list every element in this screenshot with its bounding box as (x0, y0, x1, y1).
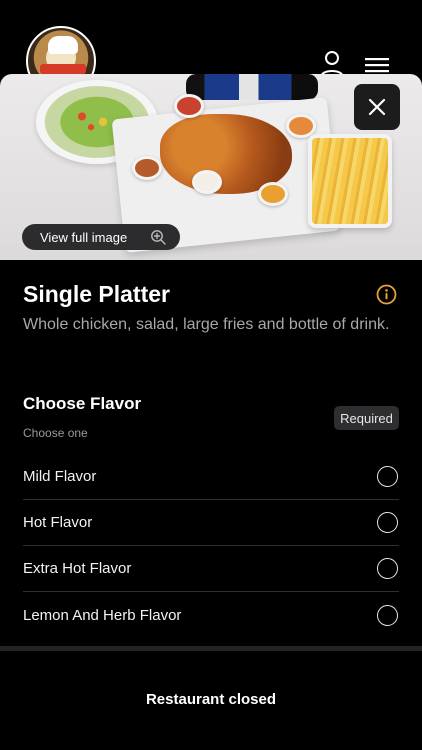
view-full-image-button[interactable]: View full image (22, 224, 180, 250)
sauce-cup (258, 182, 288, 206)
radio-button[interactable] (377, 604, 398, 626)
view-full-image-label: View full image (40, 229, 128, 245)
flavor-option-mild[interactable]: Mild Flavor (23, 454, 399, 500)
radio-button[interactable] (377, 512, 398, 533)
option-label: Mild Flavor (23, 468, 97, 485)
flavor-options-list: Mild Flavor Hot Flavor Extra Hot Flavor … (23, 454, 399, 638)
drink-bottle (186, 74, 318, 100)
top-bar (0, 0, 422, 96)
radio-button[interactable] (377, 466, 398, 487)
flavor-option-lemon-herb[interactable]: Lemon And Herb Flavor (23, 592, 399, 638)
option-label: Hot Flavor (23, 514, 93, 531)
flavor-option-hot[interactable]: Hot Flavor (23, 500, 399, 546)
close-icon (368, 98, 386, 116)
flavor-section-title: Choose Flavor (23, 394, 142, 413)
hamburger-menu-icon[interactable] (364, 54, 390, 76)
option-label: Extra Hot Flavor (23, 560, 132, 577)
radio-button[interactable] (377, 558, 398, 579)
close-button[interactable] (354, 84, 400, 130)
info-icon[interactable] (376, 284, 397, 305)
required-badge: Required (334, 406, 399, 430)
sauce-cup (174, 94, 204, 118)
logo-band (40, 64, 86, 74)
zoom-in-icon (151, 230, 166, 245)
chef-hat-shape (48, 36, 78, 54)
option-label: Lemon And Herb Flavor (23, 606, 182, 624)
fries-box (308, 134, 392, 228)
sauce-cup (192, 170, 222, 194)
item-description: Whole chicken, salad, large fries and bo… (23, 316, 390, 333)
sauce-cup (132, 156, 162, 180)
restaurant-status: Restaurant closed (145, 691, 277, 708)
item-title: Single Platter (23, 281, 170, 307)
footer-bar: Restaurant closed (0, 651, 422, 750)
flavor-section-subtitle: Choose one (23, 426, 88, 440)
flavor-option-extra-hot[interactable]: Extra Hot Flavor (23, 546, 399, 592)
